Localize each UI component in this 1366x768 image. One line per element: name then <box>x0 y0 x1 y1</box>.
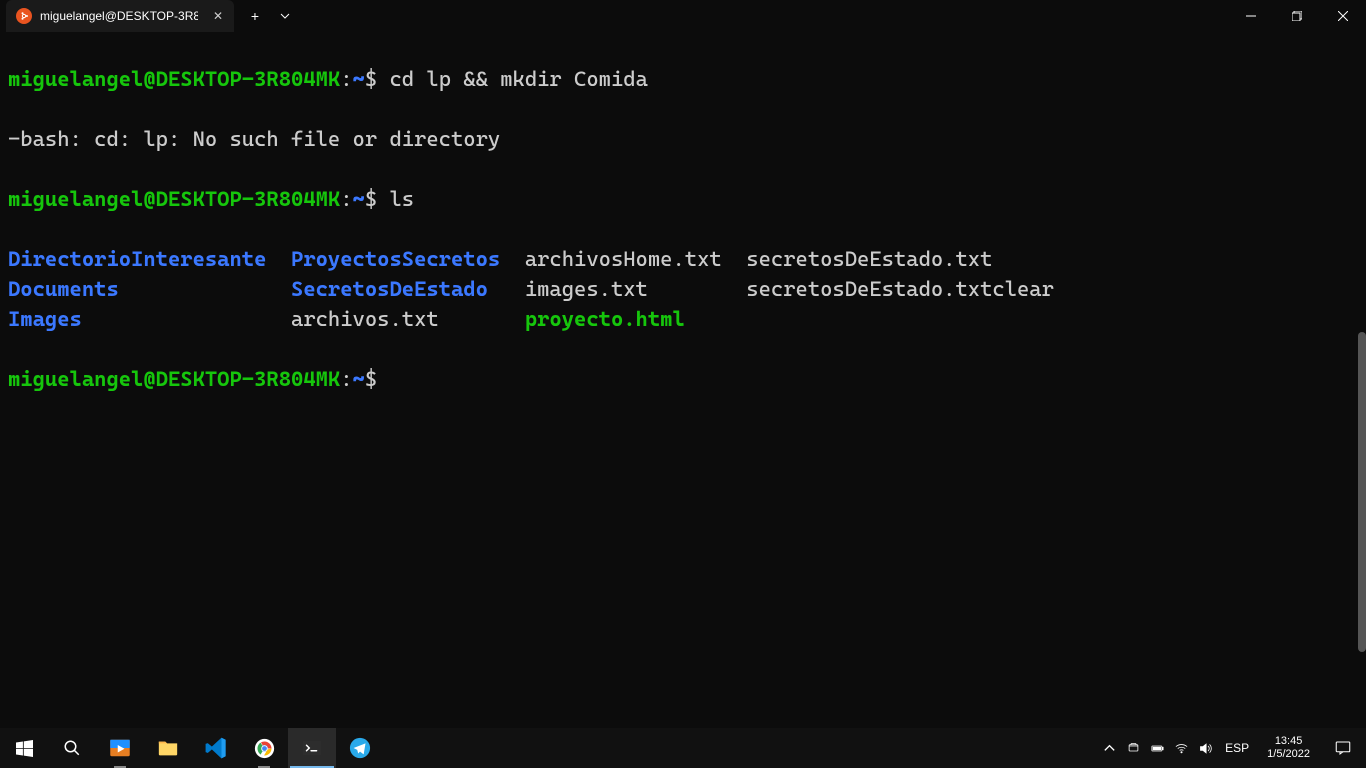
minimize-button[interactable] <box>1228 0 1274 32</box>
language-indicator[interactable]: ESP <box>1217 741 1257 755</box>
ls-entry: secretosDeEstado.txt <box>746 247 992 271</box>
terminal-output: -bash: cd: lp: No such file or directory <box>8 124 1358 154</box>
vscode-button[interactable] <box>192 728 240 768</box>
folder-icon <box>156 736 180 760</box>
ls-entry: DirectorioInteresante <box>8 247 266 271</box>
ls-entry: Images <box>8 307 82 331</box>
tray-chevron-up-icon[interactable] <box>1097 728 1121 768</box>
clock-time: 13:45 <box>1267 735 1310 748</box>
window-controls <box>1228 0 1366 32</box>
ls-entry: SecretosDeEstado <box>291 277 488 301</box>
terminal-output-line: DirectorioInteresante ProyectosSecretos … <box>8 244 1358 274</box>
command-text: ls <box>389 187 414 211</box>
prompt-path: ~ <box>353 367 365 391</box>
terminal-output-line: Documents SecretosDeEstado images.txt se… <box>8 274 1358 304</box>
terminal-line: miguelangel@DESKTOP-3R804MK:~$ <box>8 364 1358 394</box>
ls-entry: archivosHome.txt <box>525 247 722 271</box>
tab-dropdown-icon[interactable] <box>270 1 300 31</box>
taskbar-left <box>0 728 384 768</box>
new-tab-button[interactable]: + <box>240 1 270 31</box>
terminal-body[interactable]: miguelangel@DESKTOP-3R804MK:~$ cd lp && … <box>0 32 1366 728</box>
taskbar-right: ESP 13:45 1/5/2022 <box>1097 728 1366 768</box>
tab-title: miguelangel@DESKTOP-3R804MK: ~ <box>40 9 198 23</box>
volume-icon[interactable] <box>1193 728 1217 768</box>
ls-entry: archivos.txt <box>291 307 439 331</box>
ls-output: DirectorioInteresante ProyectosSecretos … <box>8 244 1358 334</box>
clock[interactable]: 13:45 1/5/2022 <box>1257 735 1320 761</box>
vscode-icon <box>204 736 228 760</box>
telegram-button[interactable] <box>336 728 384 768</box>
clock-date: 1/5/2022 <box>1267 748 1310 761</box>
file-explorer-button[interactable] <box>144 728 192 768</box>
prompt-user: miguelangel@DESKTOP-3R804MK <box>8 67 340 91</box>
media-player-button[interactable] <box>96 728 144 768</box>
prompt-user: miguelangel@DESKTOP-3R804MK <box>8 367 340 391</box>
ls-entry: Documents <box>8 277 119 301</box>
search-icon <box>60 736 84 760</box>
window-titlebar: miguelangel@DESKTOP-3R804MK: ~ ✕ + <box>0 0 1366 32</box>
media-player-icon <box>108 736 132 760</box>
terminal-output-line: Images archivos.txt proyecto.html <box>8 304 1358 334</box>
ls-entry: ProyectosSecretos <box>291 247 500 271</box>
chrome-icon <box>252 736 276 760</box>
windows-taskbar: ESP 13:45 1/5/2022 <box>0 728 1366 768</box>
telegram-icon <box>348 736 372 760</box>
ubuntu-icon <box>16 8 32 24</box>
prompt-path: ~ <box>353 187 365 211</box>
terminal-line: miguelangel@DESKTOP-3R804MK:~$ cd lp && … <box>8 64 1358 94</box>
ls-entry: proyecto.html <box>525 307 685 331</box>
wifi-icon[interactable] <box>1169 728 1193 768</box>
battery-icon[interactable] <box>1145 728 1169 768</box>
terminal-tab[interactable]: miguelangel@DESKTOP-3R804MK: ~ ✕ <box>6 0 234 32</box>
ls-entry: secretosDeEstado.txtclear <box>746 277 1054 301</box>
terminal-icon <box>300 736 324 760</box>
close-window-button[interactable] <box>1320 0 1366 32</box>
start-button[interactable] <box>0 728 48 768</box>
terminal-taskbar-button[interactable] <box>288 728 336 768</box>
maximize-button[interactable] <box>1274 0 1320 32</box>
notifications-button[interactable] <box>1320 728 1366 768</box>
scrollbar-thumb[interactable] <box>1358 332 1366 652</box>
prompt-user: miguelangel@DESKTOP-3R804MK <box>8 187 340 211</box>
chrome-button[interactable] <box>240 728 288 768</box>
onedrive-icon[interactable] <box>1121 728 1145 768</box>
windows-icon <box>12 736 36 760</box>
command-text: cd lp && mkdir Comida <box>389 67 647 91</box>
terminal-line: miguelangel@DESKTOP-3R804MK:~$ ls <box>8 184 1358 214</box>
prompt-path: ~ <box>353 67 365 91</box>
search-button[interactable] <box>48 728 96 768</box>
ls-entry: images.txt <box>525 277 648 301</box>
close-tab-icon[interactable]: ✕ <box>210 8 226 24</box>
